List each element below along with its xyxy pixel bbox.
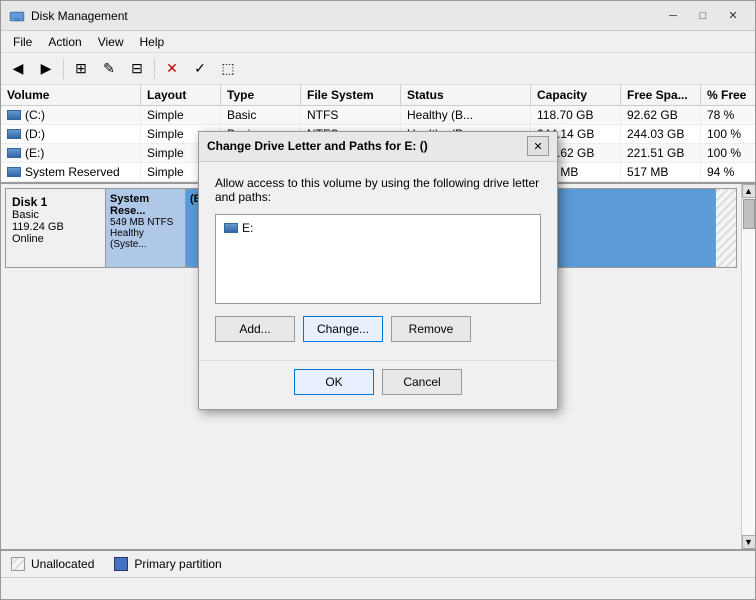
change-button[interactable]: Change... — [303, 316, 383, 342]
add-button[interactable]: Add... — [215, 316, 295, 342]
modal-description: Allow access to this volume by using the… — [215, 176, 541, 204]
remove-button[interactable]: Remove — [391, 316, 471, 342]
modal-dialog: Change Drive Letter and Paths for E: () … — [198, 131, 558, 410]
modal-close-button[interactable]: ✕ — [527, 136, 549, 156]
modal-ok-cancel-row: OK Cancel — [199, 360, 557, 409]
modal-body: Allow access to this volume by using the… — [199, 162, 557, 360]
cancel-button[interactable]: Cancel — [382, 369, 462, 395]
listbox-drive-icon — [224, 223, 238, 233]
listbox-item-label: E: — [242, 221, 253, 235]
modal-title-bar: Change Drive Letter and Paths for E: () … — [199, 132, 557, 162]
ok-button[interactable]: OK — [294, 369, 374, 395]
modal-listbox[interactable]: E: — [215, 214, 541, 304]
modal-overlay: Change Drive Letter and Paths for E: () … — [0, 0, 756, 600]
modal-action-buttons: Add... Change... Remove — [215, 316, 541, 346]
listbox-item[interactable]: E: — [220, 219, 536, 237]
modal-title: Change Drive Letter and Paths for E: () — [207, 139, 527, 153]
